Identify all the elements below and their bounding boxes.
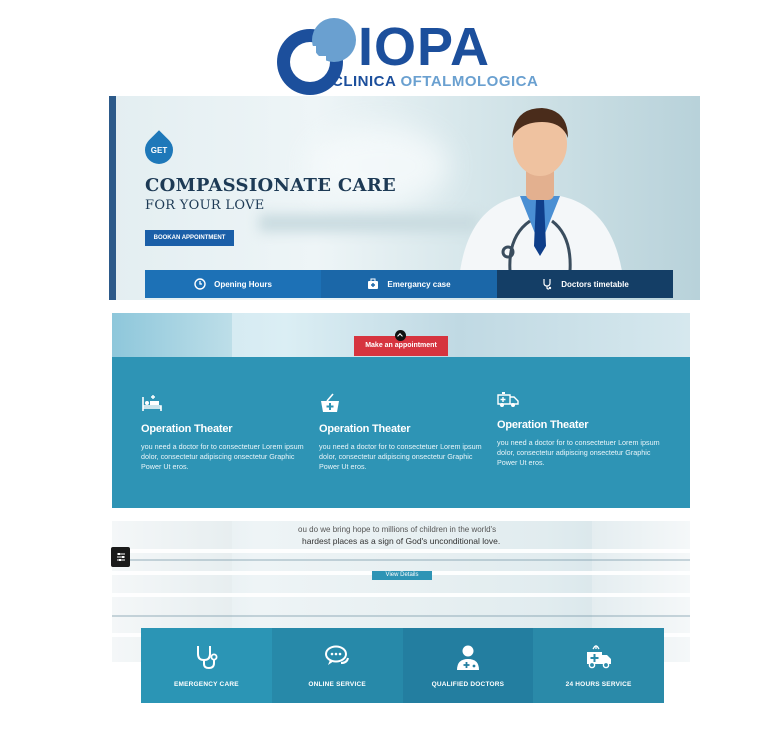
glitch-stripe: [112, 549, 690, 553]
doctor-icon: [456, 645, 479, 670]
sliders-icon: [116, 553, 125, 561]
view-details-button[interactable]: View Details: [372, 571, 432, 580]
hero-info-bar: Opening Hours Emergancy case Doctors tim…: [145, 270, 673, 298]
logo-subtitle-word2: OFTALMOLOGICA: [400, 73, 539, 90]
logo-subtitle-word1: CLINICA: [332, 73, 396, 90]
scrubs-photo: [112, 313, 232, 357]
doctor-photo: [460, 108, 622, 271]
story-text-line2: hardest places as a sign of God's uncond…: [302, 536, 501, 546]
emergency-case-tab[interactable]: Emergancy case: [321, 270, 497, 298]
feature-title: Operation Theater: [319, 423, 411, 435]
logo-name: IOPA: [358, 17, 491, 77]
glitch-stripe: [112, 559, 690, 561]
clock-icon: [194, 278, 206, 290]
story-text-line1: ou do we bring hope to millions of child…: [298, 525, 497, 534]
hero-banner: GET COMPASSIONATE CARE FOR YOUR LOVE BOO…: [109, 96, 700, 300]
service-24-hours[interactable]: 24 HOURS SERVICE: [533, 628, 664, 703]
hero-background-floor: [259, 214, 479, 232]
settings-sliders-button[interactable]: [111, 547, 130, 567]
feature-description: you need a doctor for to consectetuer Lo…: [497, 438, 660, 467]
service-label: QUALIFIED DOCTORS: [431, 681, 505, 688]
opening-hours-label: Opening Hours: [214, 279, 272, 289]
glitch-stripe: [112, 615, 690, 617]
service-label: EMERGENCY CARE: [173, 681, 239, 688]
feature-item-2: Operation Theater you need a doctor for …: [319, 393, 489, 472]
stethoscope-icon: [197, 646, 218, 670]
feature-description: you need a doctor for to consectetuer Lo…: [319, 442, 482, 471]
service-qualified-doctors[interactable]: QUALIFIED DOCTORS: [402, 628, 534, 703]
services-bar: EMERGENCY CARE ONLINE SERVICE QUALIFIED …: [141, 628, 664, 703]
doctors-timetable-label: Doctors timetable: [561, 279, 629, 289]
medical-basket-icon: [321, 393, 339, 412]
ambulance-icon: [586, 645, 611, 669]
clinic-logo[interactable]: IOPA CLINICA OFTALMOLOGICA: [272, 14, 542, 96]
hero-subtitle: FOR YOUR LOVE: [145, 198, 265, 213]
doctors-timetable-tab[interactable]: Doctors timetable: [497, 270, 673, 298]
glitch-stripe: [112, 593, 690, 597]
get-badge-text: GET: [150, 146, 168, 155]
scroll-up-icon[interactable]: [395, 330, 406, 341]
service-label: 24 HOURS SERVICE: [565, 681, 632, 688]
hospital-bed-icon: [142, 395, 162, 411]
chat-bubbles-icon: [325, 645, 350, 665]
hero-left-edge: [109, 96, 116, 300]
emergency-case-label: Emergancy case: [387, 279, 451, 289]
feature-item-1: Operation Theater you need a doctor for …: [141, 393, 311, 472]
feature-title: Operation Theater: [141, 423, 233, 435]
stethoscope-icon: [543, 279, 552, 290]
feature-item-3: Operation Theater you need a doctor for …: [497, 389, 667, 468]
service-label: ONLINE SERVICE: [308, 681, 366, 688]
service-online[interactable]: ONLINE SERVICE: [271, 628, 403, 703]
hero-title: COMPASSIONATE CARE: [145, 175, 397, 196]
feature-description: you need a doctor for to consectetuer Lo…: [141, 442, 304, 471]
feature-title: Operation Theater: [497, 419, 589, 431]
service-emergency-care[interactable]: EMERGENCY CARE: [141, 628, 272, 703]
first-aid-kit-icon: [368, 278, 379, 289]
features-section: Make an appointment Operation Theater yo…: [112, 313, 690, 508]
opening-hours-tab[interactable]: Opening Hours: [145, 270, 321, 298]
book-appointment-button[interactable]: BOOKAN APPOINTMENT: [145, 230, 234, 246]
ambulance-icon: [497, 392, 519, 407]
logo-subtitle: CLINICA OFTALMOLOGICA: [332, 74, 538, 89]
